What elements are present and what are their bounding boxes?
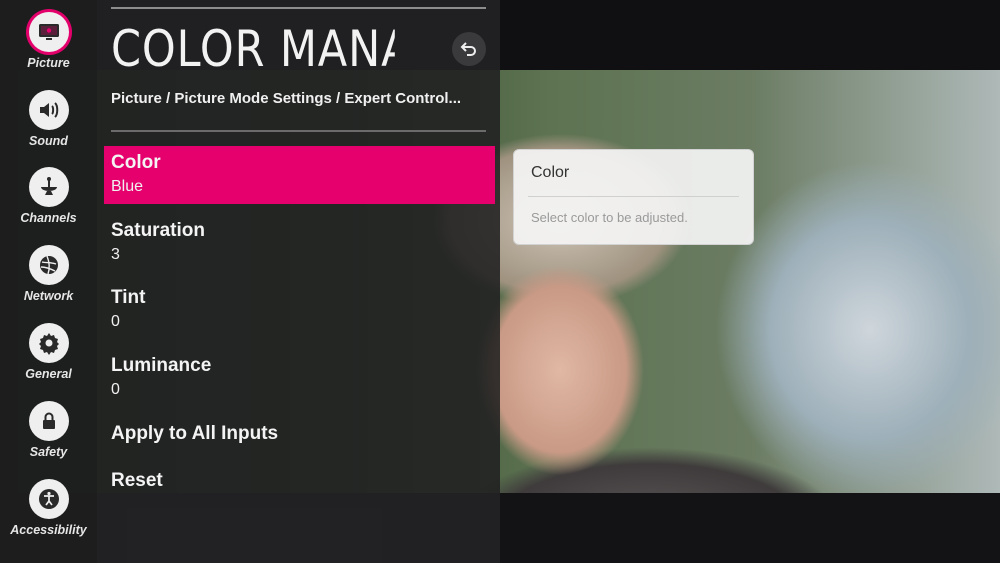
color-management-panel: COLOR MANA... Picture / Picture Mode Set… bbox=[97, 0, 500, 563]
menu-item-saturation[interactable]: Saturation 3 bbox=[104, 214, 495, 272]
sidebar-item-label: Picture bbox=[27, 56, 70, 70]
accessibility-icon bbox=[28, 479, 69, 519]
menu-item-label: Saturation bbox=[111, 220, 205, 241]
page-title: COLOR MANA... bbox=[111, 20, 395, 78]
sidebar-item-label: Sound bbox=[29, 134, 68, 148]
help-tooltip: Color Select color to be adjusted. bbox=[513, 149, 754, 245]
sidebar-item-label: General bbox=[25, 367, 72, 381]
menu-item-color[interactable]: Color Blue bbox=[104, 146, 495, 204]
menu-item-label: Luminance bbox=[111, 355, 212, 376]
globe-icon bbox=[28, 245, 69, 285]
sidebar-item-picture[interactable]: Picture bbox=[0, 12, 97, 86]
menu-item-luminance[interactable]: Luminance 0 bbox=[104, 349, 495, 407]
menu-item-tint[interactable]: Tint 0 bbox=[104, 281, 495, 339]
sidebar-item-sound[interactable]: Sound bbox=[0, 90, 97, 164]
menu-item-label: Tint bbox=[111, 287, 146, 308]
sidebar-item-label: Network bbox=[23, 289, 74, 303]
menu-item-label: Color bbox=[111, 152, 161, 173]
lock-icon bbox=[28, 401, 69, 441]
panel-top-divider bbox=[111, 7, 486, 9]
menu-item-value: Blue bbox=[111, 178, 144, 195]
picture-icon bbox=[28, 12, 69, 52]
sidebar-item-general[interactable]: General bbox=[0, 323, 97, 397]
settings-category-rail: Picture Sound Channels Network General S… bbox=[0, 0, 97, 563]
sidebar-item-label: Safety bbox=[29, 445, 68, 459]
menu-item-value: 0 bbox=[111, 313, 120, 330]
menu-item-reset[interactable]: Reset bbox=[104, 464, 495, 522]
sidebar-item-safety[interactable]: Safety bbox=[0, 401, 97, 475]
tooltip-text: Select color to be adjusted. bbox=[531, 210, 688, 225]
back-button[interactable] bbox=[452, 32, 486, 66]
menu-item-label: Reset bbox=[111, 470, 163, 491]
sidebar-item-channels[interactable]: Channels bbox=[0, 167, 97, 241]
menu-item-value: 0 bbox=[111, 381, 120, 398]
sidebar-item-accessibility[interactable]: Accessibility bbox=[0, 479, 97, 553]
tooltip-divider bbox=[528, 196, 739, 197]
tooltip-title: Color bbox=[531, 164, 570, 181]
gear-icon bbox=[28, 323, 69, 363]
speaker-icon bbox=[28, 90, 69, 130]
sidebar-item-network[interactable]: Network bbox=[0, 245, 97, 319]
menu-item-value: 3 bbox=[111, 246, 120, 263]
satellite-dish-icon bbox=[28, 167, 69, 207]
breadcrumb: Picture / Picture Mode Settings / Expert… bbox=[111, 90, 462, 107]
sidebar-item-label: Accessibility bbox=[10, 523, 87, 537]
sidebar-item-label: Channels bbox=[20, 211, 77, 225]
panel-divider bbox=[111, 130, 486, 132]
menu-item-label: Apply to All Inputs bbox=[111, 423, 279, 444]
